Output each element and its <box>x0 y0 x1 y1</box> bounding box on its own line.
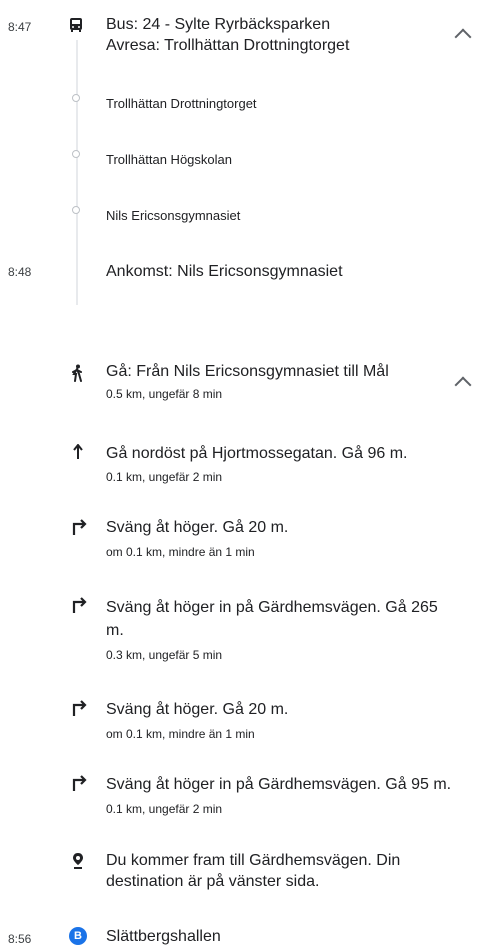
collapse-bus-chevron-icon[interactable] <box>454 28 472 46</box>
step-text: Sväng åt höger. Gå 20 m. <box>106 519 289 536</box>
stop-dot <box>72 150 80 158</box>
step-text: Sväng åt höger in på Gärdhemsvägen. Gå 9… <box>106 776 452 793</box>
stop-dot <box>72 94 80 102</box>
arrival-label: Ankomst: Nils Ericsonsgymnasiet <box>106 263 343 280</box>
walking-person-icon <box>72 364 82 382</box>
destination-name: Slättbergshallen <box>106 928 221 945</box>
bus-departure-time: 8:47 <box>8 20 32 34</box>
step-detail: 0.1 km, ungefär 2 min <box>106 802 223 816</box>
stop-name: Trollhättan Drottningtorget <box>106 96 257 111</box>
step-detail: om 0.1 km, mindre än 1 min <box>106 545 255 559</box>
turn-right-icon <box>72 775 87 791</box>
step-text: Sväng åt höger. Gå 20 m. <box>106 701 289 718</box>
step-detail: 0.3 km, ungefär 5 min <box>106 648 223 662</box>
destination-time: 8:56 <box>8 932 32 946</box>
stop-name: Nils Ericsonsgymnasiet <box>106 208 241 223</box>
turn-right-icon <box>72 597 87 613</box>
bus-departure: Avresa: Trollhättan Drottningtorget <box>106 37 350 54</box>
step-detail: 0.1 km, ungefär 2 min <box>106 470 223 484</box>
collapse-walk-chevron-icon[interactable] <box>454 376 472 394</box>
walk-title: Gå: Från Nils Ericsonsgymnasiet till Mål <box>106 363 389 380</box>
stop-dot <box>72 206 80 214</box>
destination-pin-icon <box>73 853 83 869</box>
arrow-up-icon <box>73 444 83 459</box>
step-text-continued: m. <box>106 622 124 639</box>
bus-icon <box>70 18 82 32</box>
turn-right-icon <box>72 519 87 535</box>
step-text: Gå nordöst på Hjortmossegatan. Gå 96 m. <box>106 445 408 462</box>
stop-name: Trollhättan Högskolan <box>106 152 232 167</box>
destination-badge-icon: B <box>69 927 87 945</box>
turn-right-icon <box>72 700 87 716</box>
walk-summary: 0.5 km, ungefär 8 min <box>106 387 223 401</box>
route-line <box>76 40 78 305</box>
arrive-text-line2: destination är på vänster sida. <box>106 873 320 890</box>
step-text: Sväng åt höger in på Gärdhemsvägen. Gå 2… <box>106 599 438 616</box>
arrive-text-line1: Du kommer fram till Gärdhemsvägen. Din <box>106 852 401 869</box>
step-detail: om 0.1 km, mindre än 1 min <box>106 727 255 741</box>
bus-title: Bus: 24 - Sylte Ryrbäcksparken <box>106 16 331 33</box>
arrival-time: 8:48 <box>8 265 32 279</box>
